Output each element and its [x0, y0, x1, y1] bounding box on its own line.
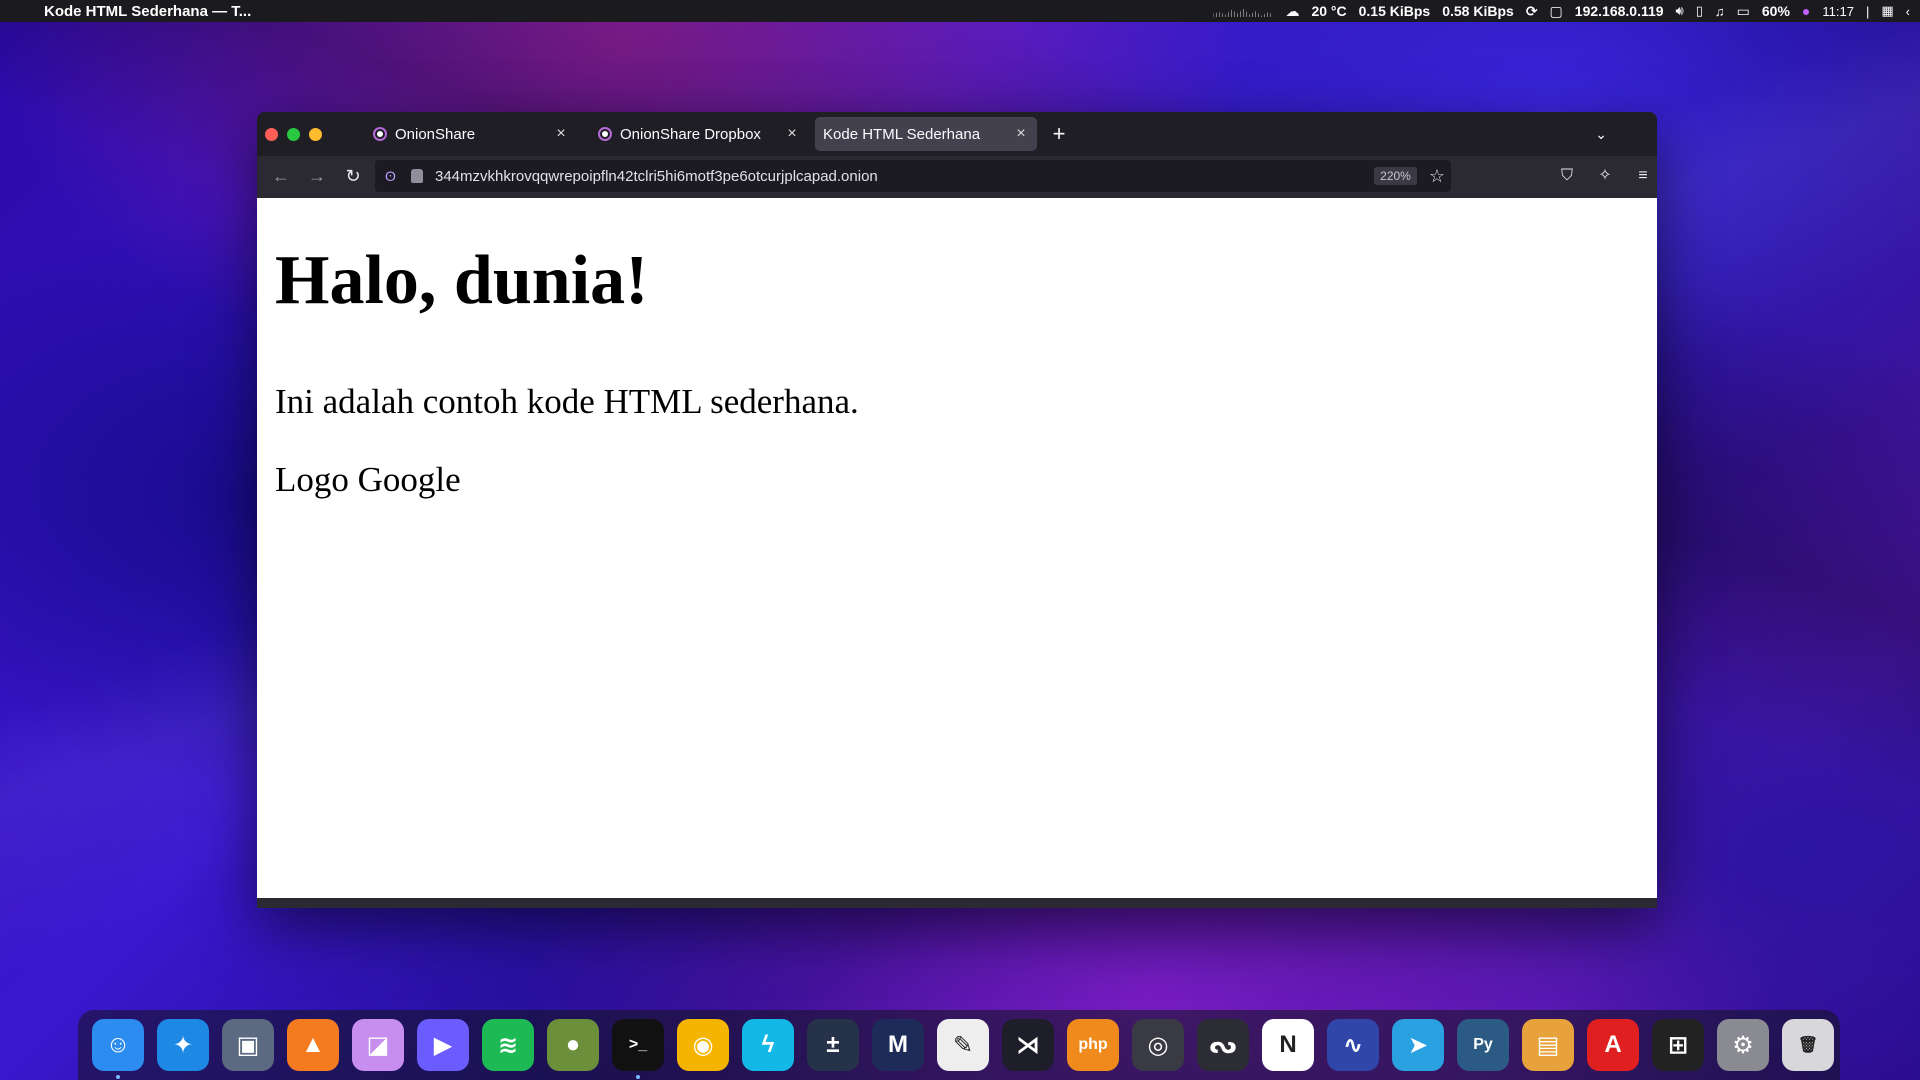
finder-icon[interactable]: ☺: [92, 1019, 144, 1079]
safari-icon[interactable]: ✦: [157, 1019, 209, 1071]
terminal-icon[interactable]: >_: [612, 1019, 664, 1079]
page-content: Halo, dunia! Ini adalah contoh kode HTML…: [257, 198, 1657, 898]
status-area: ☁ 20 °C 0.15 KiBps 0.58 KiBps ⟳ ▢ 192.16…: [1213, 0, 1910, 22]
preview-icon[interactable]: ◪: [352, 1019, 404, 1071]
vscode-icon[interactable]: ⋊: [1002, 1019, 1054, 1071]
podcast-icon[interactable]: ◉: [677, 1019, 729, 1071]
browser-window: OnionShare × OnionShare Dropbox × Kode H…: [257, 112, 1657, 908]
battery-icon: ▭: [1736, 2, 1750, 19]
clipboard-icon[interactable]: ▯: [1696, 3, 1703, 19]
security-shield-icon[interactable]: ⛉: [1555, 164, 1579, 188]
net-up-speed: 0.58 KiBps: [1442, 3, 1514, 19]
notification-bell-icon[interactable]: ♫: [1715, 4, 1725, 19]
ip-address[interactable]: 192.168.0.119: [1575, 3, 1664, 19]
python-icon[interactable]: Py: [1457, 1019, 1509, 1071]
reload-icon[interactable]: ↻: [341, 164, 365, 188]
navigation-toolbar: ← → ↻ ʘ 344mzvkhkrovqqwrepoipfln42tclri5…: [257, 156, 1657, 196]
camera-icon[interactable]: ◎: [1132, 1019, 1184, 1071]
grid-icon[interactable]: ⊞: [1652, 1019, 1704, 1071]
browser-bottom-border: [257, 898, 1657, 908]
url-text[interactable]: 344mzvkhkrovqqwrepoipfln42tclri5hi6motf3…: [435, 168, 1374, 185]
minimize-window-button[interactable]: [287, 128, 300, 141]
running-indicator: [636, 1075, 640, 1079]
notion-icon[interactable]: N: [1262, 1019, 1314, 1071]
vlc-icon[interactable]: ▲: [287, 1019, 339, 1071]
list-all-tabs-chevron-icon[interactable]: ⌄: [1595, 126, 1607, 143]
onionshare-icon: [373, 127, 387, 141]
php-icon[interactable]: php: [1067, 1019, 1119, 1071]
gear-icon[interactable]: ⚙: [1717, 1019, 1769, 1071]
forward-arrow-icon[interactable]: →: [305, 164, 329, 188]
volume-icon[interactable]: 🔊︎: [1676, 3, 1684, 19]
audio-visualizer-icon: [1213, 8, 1274, 17]
net-down-speed: 0.15 KiBps: [1358, 3, 1431, 19]
weather-temp[interactable]: 20 °C: [1311, 3, 1346, 19]
back-arrow-icon[interactable]: ←: [269, 164, 293, 188]
zoom-window-button[interactable]: [309, 128, 322, 141]
onion-lock-icon[interactable]: [411, 169, 423, 183]
trash-icon[interactable]: 🗑︎: [1782, 1019, 1834, 1071]
kiwi-icon[interactable]: ●: [547, 1019, 599, 1071]
tor-circuit-icon[interactable]: ʘ: [385, 168, 401, 184]
battery-level[interactable]: 60%: [1762, 3, 1790, 19]
textedit-icon[interactable]: ✎: [937, 1019, 989, 1071]
telegram-icon[interactable]: ➤: [1392, 1019, 1444, 1071]
bookmark-star-icon[interactable]: ☆: [1429, 166, 1445, 187]
spotify-icon[interactable]: ≋: [482, 1019, 534, 1071]
pdf-icon[interactable]: A: [1587, 1019, 1639, 1071]
active-app-title[interactable]: Kode HTML Sederhana — T...: [44, 3, 251, 20]
play-icon[interactable]: ▶: [417, 1019, 469, 1071]
archive-icon[interactable]: ▤: [1522, 1019, 1574, 1071]
user-icon[interactable]: ▦: [1881, 3, 1893, 19]
calculator-icon[interactable]: ±: [807, 1019, 859, 1071]
close-tab-icon[interactable]: ×: [782, 125, 802, 143]
waveform-icon[interactable]: ∿: [1327, 1019, 1379, 1071]
tab-label: OnionShare: [395, 125, 476, 143]
address-bar[interactable]: ʘ 344mzvkhkrovqqwrepoipfln42tclri5hi6mot…: [375, 160, 1451, 192]
assistant-icon[interactable]: ●: [1802, 3, 1810, 19]
tab-onionshare-dropbox[interactable]: OnionShare Dropbox ×: [582, 117, 808, 151]
shield-m-icon[interactable]: M: [872, 1019, 924, 1071]
inkscape-icon[interactable]: ᔓ: [1197, 1019, 1249, 1071]
broken-image-alt-text: Logo Google: [275, 460, 461, 499]
close-tab-icon[interactable]: ×: [1011, 125, 1031, 143]
chat-icon[interactable]: ▢: [1550, 3, 1563, 20]
collapse-icon[interactable]: ‹: [1906, 4, 1910, 19]
page-paragraph: Ini adalah contoh kode HTML sederhana.: [275, 382, 859, 421]
tab-kode-html-sederhana[interactable]: Kode HTML Sederhana ×: [815, 117, 1037, 151]
close-tab-icon[interactable]: ×: [551, 125, 571, 143]
hamburger-menu-icon[interactable]: ≡: [1631, 164, 1655, 188]
tab-label: OnionShare Dropbox: [620, 125, 761, 143]
sync-icon[interactable]: ⟳: [1526, 3, 1538, 20]
menu-bar: Kode HTML Sederhana — T... ☁ 20 °C 0.15 …: [0, 0, 1920, 22]
new-tab-button[interactable]: +: [1047, 122, 1071, 146]
page-heading: Halo, dunia!: [275, 242, 649, 319]
tab-onionshare[interactable]: OnionShare ×: [357, 117, 577, 151]
zoom-level-badge[interactable]: 220%: [1374, 167, 1417, 185]
screenshot-icon[interactable]: ▣: [222, 1019, 274, 1071]
weather-icon: ☁: [1285, 2, 1300, 19]
dock: ☺ ✦ ▣ ▲ ◪ ▶ ≋ ● >_ ◉ ϟ ± M ✎ ⋊ php ◎ ᔓ N ∿ ➤ Py ▤ A ⊞ ⚙ 🗑︎: [78, 1010, 1840, 1080]
running-indicator: [116, 1075, 120, 1079]
tab-bar: OnionShare × OnionShare Dropbox × Kode H…: [257, 112, 1657, 156]
clock[interactable]: 11:17: [1822, 4, 1854, 19]
tab-label: Kode HTML Sederhana: [823, 125, 981, 143]
close-window-button[interactable]: [265, 128, 278, 141]
lock-icon[interactable]: |: [1866, 4, 1869, 19]
new-identity-broom-icon[interactable]: ✧: [1593, 164, 1617, 188]
bolt-icon[interactable]: ϟ: [742, 1019, 794, 1071]
onionshare-icon: [598, 127, 612, 141]
